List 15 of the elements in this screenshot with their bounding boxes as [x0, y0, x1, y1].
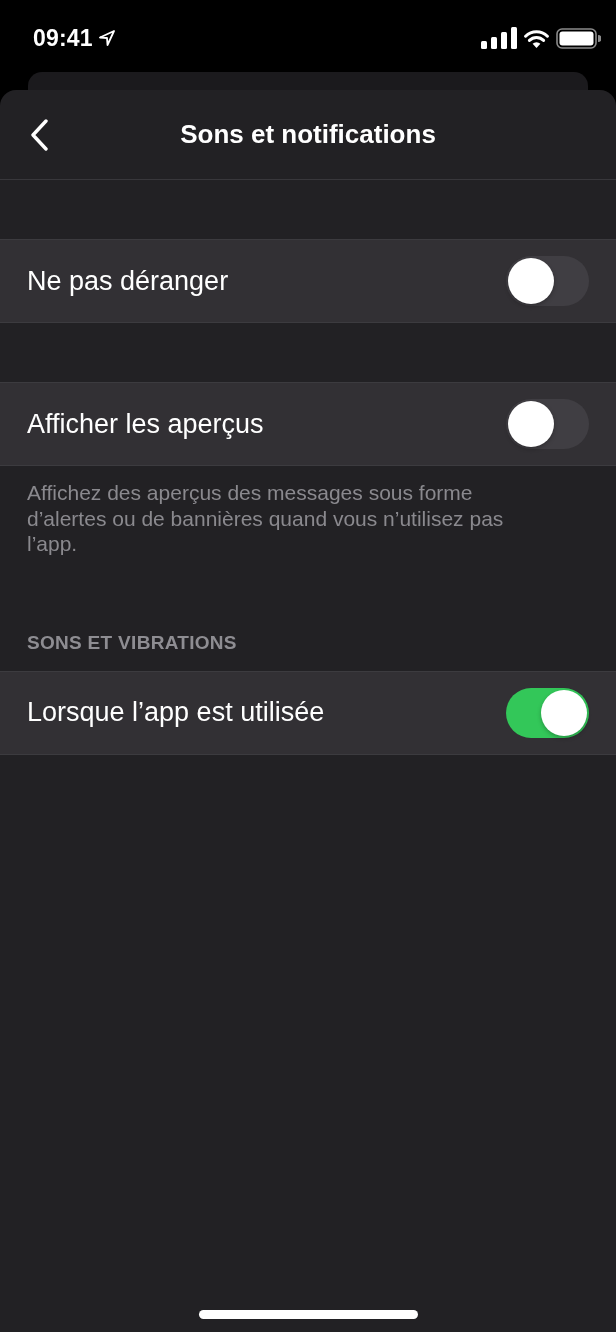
toggle-switch[interactable] [506, 256, 589, 306]
battery-icon [556, 27, 601, 49]
status-time: 09:41 [33, 24, 93, 52]
row-label: Afficher les aperçus [27, 408, 264, 440]
nav-title: Sons et notifications [180, 119, 436, 150]
toggle-switch[interactable] [506, 399, 589, 449]
toggle-switch[interactable] [506, 687, 589, 738]
section-footer-text: Affichez des aperçus des messages sous forme d’alertes ou de bannières quand vous n’utilisez pas l’app. [26, 480, 505, 557]
wifi-icon [524, 28, 549, 48]
signal-icon [481, 27, 517, 49]
row-label: Ne pas déranger [27, 265, 229, 297]
location-arrow-icon [98, 30, 115, 46]
back-chevron-icon [30, 118, 48, 151]
row-label: Lorsque l’app est utilisée [27, 697, 325, 728]
section-header: SONS ET VIBRATIONS [26, 630, 238, 655]
